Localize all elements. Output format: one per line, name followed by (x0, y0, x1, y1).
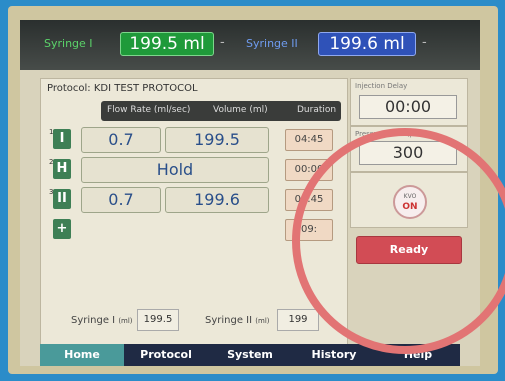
protocol-title: Protocol: KDI TEST PROTOCOL (47, 83, 198, 94)
syringe1-volume: 199.5 ml (120, 32, 214, 56)
footer-syringe1-value: 199.5 (137, 309, 179, 331)
tab-history[interactable]: History (292, 344, 376, 366)
phase-1-volume[interactable]: 199.5 (165, 127, 269, 153)
tab-system[interactable]: System (208, 344, 292, 366)
plus-icon: + (56, 221, 68, 236)
syringe-ii-icon: II (57, 191, 67, 206)
phase-1-duration: 04:45 (285, 129, 333, 151)
syringe-i-icon: I (59, 131, 65, 146)
hold-icon: H (56, 161, 68, 176)
syringe1-separator: - (220, 35, 225, 50)
add-phase-button[interactable]: + (53, 219, 71, 239)
phase-3-flow-rate[interactable]: 0.7 (81, 187, 161, 213)
annotation-circle (292, 128, 505, 354)
phase-1-number: 1 (49, 128, 54, 136)
injection-delay-box: Injection Delay 00:00 (350, 78, 468, 126)
tab-home[interactable]: Home (40, 344, 124, 366)
phase-3-volume[interactable]: 199.6 (165, 187, 269, 213)
syringe2-separator: - (422, 35, 427, 50)
col-duration: Duration (297, 105, 337, 115)
phase-1-button[interactable]: 1 I (49, 128, 71, 149)
phase-1-flow-rate[interactable]: 0.7 (81, 127, 161, 153)
col-volume: Volume (ml) (213, 105, 268, 115)
phase-2-number: 2 (49, 158, 54, 166)
injection-delay-value[interactable]: 00:00 (359, 95, 457, 119)
phase-2-button[interactable]: 2 H (49, 158, 71, 179)
syringe-header: Syringe I 199.5 ml - Syringe II 199.6 ml… (20, 20, 480, 70)
footer-syringe2-label: Syringe II (ml) (205, 315, 270, 326)
tab-protocol[interactable]: Protocol (124, 344, 208, 366)
syringe2-volume: 199.6 ml (318, 32, 416, 56)
footer-syringe1-label: Syringe I (ml) (71, 315, 133, 326)
injection-delay-label: Injection Delay (355, 82, 408, 90)
footer-syringe2-value: 199 (277, 309, 319, 331)
phase-3-button[interactable]: 3 II (49, 188, 71, 209)
syringe1-label: Syringe I (44, 37, 93, 50)
col-flow-rate: Flow Rate (ml/sec) (107, 105, 191, 115)
column-header: Flow Rate (ml/sec) Volume (ml) Duration (101, 101, 341, 121)
syringe2-label: Syringe II (246, 37, 298, 50)
phase-2-hold[interactable]: Hold (81, 157, 269, 183)
phase-3-number: 3 (49, 188, 54, 196)
